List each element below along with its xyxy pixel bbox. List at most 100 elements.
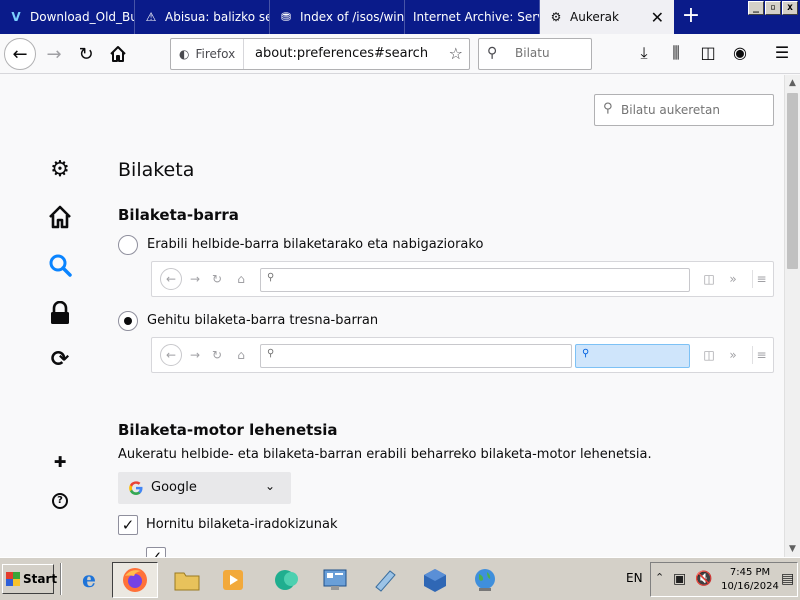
searchbar-section-heading: Bilaketa-barra [118, 206, 239, 224]
preview-back-icon: ← [160, 268, 182, 290]
clock[interactable]: 7:45 PM 10/16/2024 [717, 566, 783, 594]
category-search[interactable] [46, 251, 74, 279]
reload-icon: ↻ [78, 43, 94, 65]
category-home[interactable] [46, 203, 74, 231]
preview-sidebar-icon: ◫ [703, 348, 715, 362]
lock-icon [51, 301, 69, 324]
network-globe-icon[interactable] [462, 562, 508, 598]
category-sync[interactable]: ⟳ [46, 345, 74, 373]
vb-icon: V [11, 10, 21, 24]
language-indicator[interactable]: EN [626, 571, 643, 585]
preview-search-icon: ⚲ [582, 348, 590, 359]
internet-explorer-icon[interactable]: e [66, 562, 112, 598]
default-engine-description: Aukeratu helbide- eta bilaketa-barran er… [118, 447, 652, 462]
taskbar-separator [60, 563, 62, 595]
tab-label: Download_Old_Bui [30, 10, 134, 24]
sidebar-button[interactable]: ◫ [696, 42, 720, 66]
search-bar[interactable]: ⚲ Bilatu [478, 38, 592, 70]
scroll-down-arrow-icon[interactable]: ▼ [785, 541, 800, 557]
extensions-and-themes-link[interactable]: ✚ [46, 448, 74, 476]
google-logo-icon [128, 480, 144, 496]
downloads-button[interactable]: ⤓ [632, 42, 656, 66]
preferences-search-input[interactable]: ⚲ Bilatu aukeretan [594, 94, 774, 126]
gear-icon: ⚙ [50, 156, 70, 182]
gear-icon: ⚙ [550, 10, 562, 24]
reload-button[interactable]: ↻ [70, 38, 102, 70]
default-engine-heading: Bilaketa-motor lehenetsia [118, 421, 338, 439]
new-tab-button[interactable]: + [676, 2, 706, 32]
sync-icon: ⟳ [50, 346, 70, 372]
puzzle-icon: ✚ [53, 453, 67, 471]
default-engine-value: Google [151, 480, 197, 495]
windows-logo-icon [6, 572, 20, 586]
url-text[interactable]: about:preferences#search [255, 46, 428, 61]
library-button[interactable]: ⫼ [664, 42, 688, 66]
volume-muted-icon[interactable]: 🔇 [695, 571, 712, 587]
radio-add-searchbar-label[interactable]: Gehitu bilaketa-barra tresna-barran [147, 313, 378, 328]
tab-index-of-isos[interactable]: ⛃ Index of /isos/wind [270, 0, 405, 34]
identity-box[interactable]: ◐ Firefox [171, 39, 245, 69]
category-general[interactable]: ⚙ [46, 155, 74, 183]
search-icon: ⚲ [603, 101, 613, 116]
firefox-icon: ◐ [179, 47, 190, 61]
close-window-button[interactable]: x [782, 1, 798, 15]
preview-urlbar: ⚲ [260, 344, 572, 368]
category-privacy[interactable] [46, 299, 74, 327]
start-label: Start [23, 572, 58, 586]
preview-menu-icon: ≡ [752, 346, 770, 364]
radio-use-urlbar[interactable] [118, 235, 138, 255]
restore-button[interactable]: ▫ [765, 1, 781, 15]
control-panel-icon[interactable] [312, 562, 358, 598]
forward-button[interactable]: → [38, 38, 70, 70]
minimize-button[interactable]: _ [748, 1, 764, 15]
vertical-scrollbar[interactable]: ▲ ▼ [784, 75, 800, 557]
close-tab-icon[interactable]: ✕ [651, 8, 664, 27]
default-engine-select[interactable]: Google ⌄ [118, 472, 291, 504]
taskbar: Start e EN ⌃ ▣ 🔇 7:45 PM 10/16/2024 ▤ [0, 557, 800, 600]
archive-icon: ⛃ [280, 10, 292, 24]
preview-overflow-icon: » [729, 272, 737, 286]
tab-abisua[interactable]: ⚠ Abisua: balizko seg [135, 0, 270, 34]
clock-time: 7:45 PM [729, 567, 771, 578]
preview-reload-icon: ↻ [211, 272, 223, 286]
virtualbox-icon[interactable] [412, 562, 458, 598]
preview-reload-icon: ↻ [211, 348, 223, 362]
account-button[interactable]: ◉ [728, 42, 752, 66]
tab-internet-archive[interactable]: Internet Archive: Servi [405, 0, 540, 34]
tab-aukerak[interactable]: ⚙ Aukerak ✕ [540, 0, 674, 34]
search-suggestions-label[interactable]: Hornitu bilaketa-iradokizunak [146, 517, 338, 532]
radio-add-searchbar[interactable] [118, 311, 138, 331]
scroll-up-arrow-icon[interactable]: ▲ [785, 75, 800, 91]
scrollbar-thumb[interactable] [787, 93, 798, 269]
urlbar-only-preview: ← → ↻ ⌂ ⚲ ◫ » ≡ [151, 261, 774, 297]
hamburger-menu-icon: ☰ [774, 43, 790, 62]
notepad-icon[interactable] [362, 562, 408, 598]
menu-button[interactable]: ☰ [770, 42, 794, 66]
partial-checkbox[interactable]: ✓ [146, 547, 166, 557]
chevron-down-icon: ⌄ [264, 479, 275, 493]
home-button[interactable] [102, 38, 134, 70]
notification-icon[interactable]: ▤ [781, 571, 794, 587]
messenger-icon[interactable] [264, 562, 310, 598]
radio-use-urlbar-label[interactable]: Erabili helbide-barra bilaketarako eta n… [147, 237, 483, 252]
preview-menu-icon: ≡ [752, 270, 770, 288]
clock-date: 10/16/2024 [721, 581, 779, 592]
firefox-taskbar-icon[interactable] [112, 562, 158, 598]
home-icon [49, 205, 71, 229]
file-explorer-icon[interactable] [164, 562, 210, 598]
media-player-icon[interactable] [210, 562, 256, 598]
tab-label: Index of /isos/wind [300, 10, 404, 24]
start-button[interactable]: Start [2, 564, 58, 594]
firefox-support-link[interactable]: ? [46, 487, 74, 515]
tab-download-old-builds[interactable]: V Download_Old_Bui [0, 0, 135, 34]
show-hidden-icons-icon[interactable]: ⌃ [655, 571, 664, 584]
preview-home-icon: ⌂ [237, 272, 245, 286]
network-status-icon[interactable]: ▣ [673, 571, 686, 587]
search-suggestions-checkbox[interactable]: ✓ [118, 515, 138, 535]
tab-label: Internet Archive: Servi [413, 10, 539, 24]
url-bar[interactable]: ◐ Firefox about:preferences#search ☆ [170, 38, 470, 70]
bookmark-star-icon[interactable]: ☆ [449, 44, 463, 63]
tab-label: Aukerak [570, 10, 619, 24]
back-button[interactable]: ← [4, 38, 36, 70]
warning-icon: ⚠ [145, 10, 157, 24]
